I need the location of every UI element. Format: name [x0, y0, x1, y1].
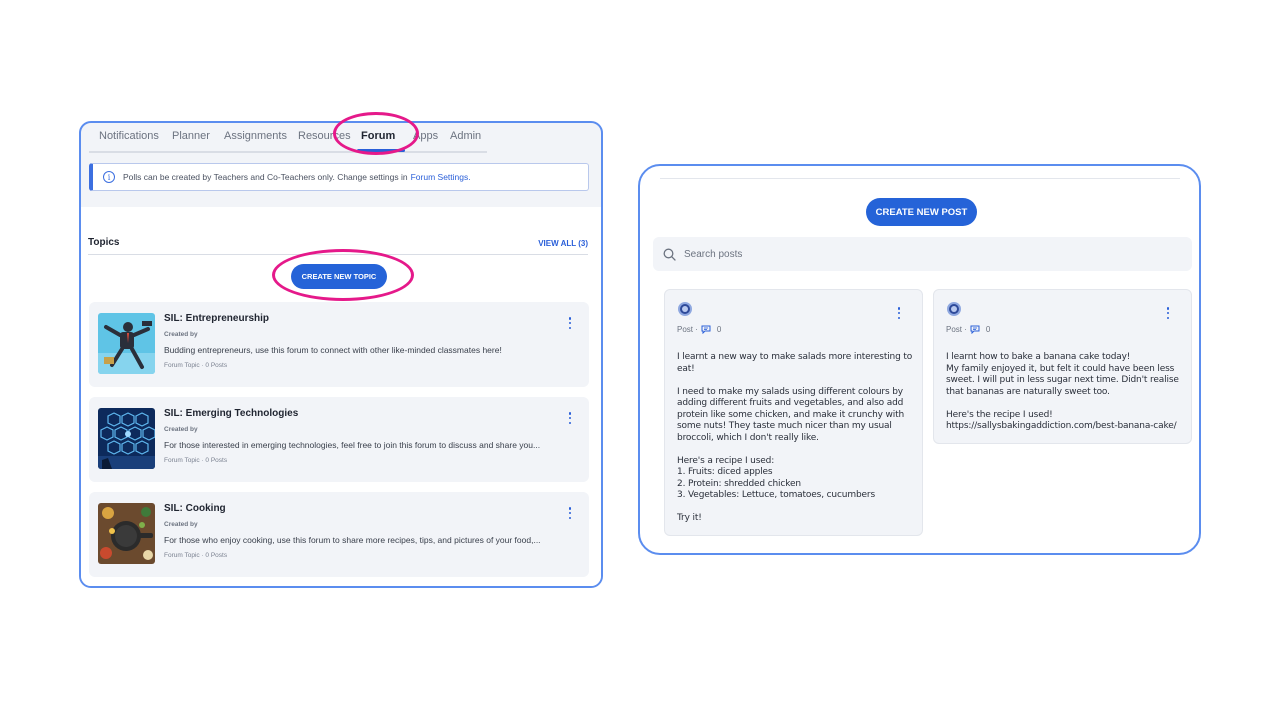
tab-planner[interactable]: Planner	[172, 130, 210, 142]
active-tab-indicator	[357, 149, 405, 152]
divider	[88, 254, 588, 255]
create-new-topic-button[interactable]: CREATE NEW TOPIC	[291, 264, 387, 289]
topic-title[interactable]: SIL: Cooking	[164, 503, 226, 514]
topic-thumbnail	[98, 313, 155, 374]
post-paragraph: Try it!	[677, 513, 702, 523]
topic-meta: Forum Topic · 0 Posts	[164, 552, 228, 559]
post-card[interactable]: Post · 0 I learnt a new way to make sala…	[664, 289, 923, 536]
user-avatar	[678, 302, 692, 316]
comment-count: 0	[985, 325, 991, 334]
view-all-link[interactable]: VIEW ALL (3)	[538, 239, 588, 248]
topic-title[interactable]: SIL: Entrepreneurship	[164, 313, 269, 324]
topic-card-emerging-technologies[interactable]: SIL: Emerging Technologies Created by Fo…	[89, 397, 589, 482]
post-paragraph: I need to make my salads using different…	[677, 386, 905, 443]
kebab-menu-icon[interactable]	[1164, 306, 1172, 320]
post-type-label: Post ·	[946, 325, 967, 334]
topic-meta: Forum Topic · 0 Posts	[164, 457, 228, 464]
tab-resources[interactable]: Resources	[298, 130, 351, 142]
search-icon	[663, 248, 676, 261]
topics-heading: Topics	[88, 237, 120, 248]
info-banner: i Polls can be created by Teachers and C…	[89, 163, 589, 191]
search-bar[interactable]	[653, 237, 1192, 271]
post-paragraph: Here's the recipe I used! https://sallys…	[946, 409, 1177, 432]
kebab-menu-icon[interactable]	[566, 506, 574, 520]
forum-settings-link[interactable]: Forum Settings.	[411, 172, 471, 182]
topic-created-by: Created by	[164, 426, 198, 433]
topic-thumbnail	[98, 408, 155, 469]
tab-forum[interactable]: Forum	[361, 130, 395, 142]
topic-created-by: Created by	[164, 521, 198, 528]
post-meta: Post · 0	[677, 325, 721, 334]
topic-description: For those who enjoy cooking, use this fo…	[164, 535, 541, 545]
topic-description: Budding entrepreneurs, use this forum to…	[164, 345, 502, 355]
forum-posts-panel: CREATE NEW POST Post · 0 I learnt a new …	[638, 164, 1201, 555]
create-new-post-button[interactable]: CREATE NEW POST	[866, 198, 977, 226]
search-input[interactable]	[684, 248, 1164, 260]
post-body: I learnt a new way to make salads more i…	[677, 352, 915, 536]
comment-icon	[701, 325, 711, 334]
post-meta: Post · 0	[946, 325, 990, 334]
info-banner-text: Polls can be created by Teachers and Co-…	[123, 172, 408, 182]
topic-description: For those interested in emerging technol…	[164, 440, 541, 450]
post-card[interactable]: Post · 0 I learnt how to bake a banana c…	[933, 289, 1192, 444]
post-paragraph: I learnt how to bake a banana cake today…	[946, 352, 1179, 397]
topic-title[interactable]: SIL: Emerging Technologies	[164, 408, 298, 419]
topics-section: Topics VIEW ALL (3) CREATE NEW TOPIC SIL…	[81, 207, 601, 586]
kebab-menu-icon[interactable]	[566, 316, 574, 330]
topic-card-entrepreneurship[interactable]: SIL: Entrepreneurship Created by Budding…	[89, 302, 589, 387]
topic-card-cooking[interactable]: SIL: Cooking Created by For those who en…	[89, 492, 589, 577]
topic-thumbnail	[98, 503, 155, 564]
tab-notifications[interactable]: Notifications	[99, 130, 159, 142]
class-tabs: Notifications Planner Assignments Resour…	[89, 123, 487, 153]
comment-count: 0	[716, 325, 722, 334]
forum-topics-panel: Notifications Planner Assignments Resour…	[79, 121, 603, 588]
topic-created-by: Created by	[164, 331, 198, 338]
post-type-label: Post ·	[677, 325, 698, 334]
tab-apps[interactable]: Apps	[413, 130, 438, 142]
tab-assignments[interactable]: Assignments	[224, 130, 287, 142]
kebab-menu-icon[interactable]	[895, 306, 903, 320]
post-body: I learnt how to bake a banana cake today…	[946, 352, 1184, 444]
info-icon: i	[103, 171, 115, 183]
tab-admin[interactable]: Admin	[450, 130, 481, 142]
divider	[660, 178, 1180, 179]
post-paragraph: I learnt a new way to make salads more i…	[677, 352, 913, 374]
user-avatar	[947, 302, 961, 316]
post-paragraph: Here's a recipe I used: 1. Fruits: diced…	[677, 455, 875, 501]
topic-meta: Forum Topic · 0 Posts	[164, 362, 228, 369]
kebab-menu-icon[interactable]	[566, 411, 574, 425]
comment-icon	[970, 325, 980, 334]
